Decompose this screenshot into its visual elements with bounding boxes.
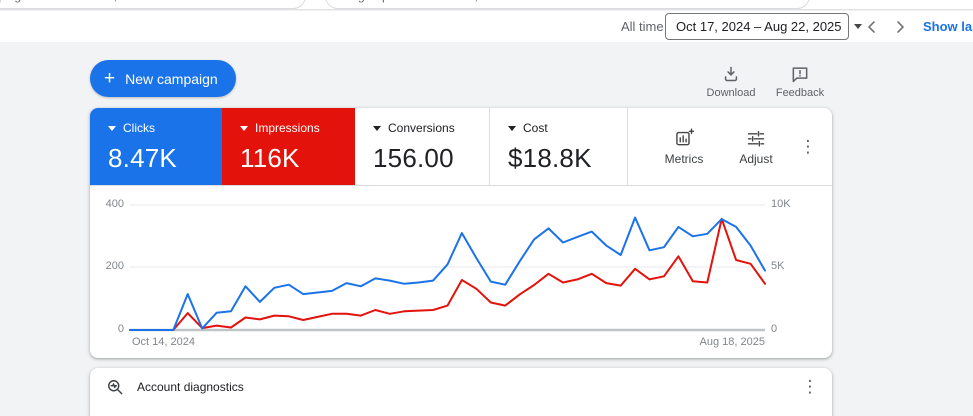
metrics-button[interactable]: Metrics <box>652 128 716 166</box>
download-button[interactable]: Download <box>699 64 763 99</box>
diagnostics-search-icon <box>108 380 123 395</box>
download-icon <box>724 66 738 82</box>
right-axis-tick: 5K <box>771 260 785 272</box>
x-axis-start-label: Oct 14, 2024 <box>132 336 195 348</box>
scorecard-value: 116K <box>240 143 300 173</box>
left-axis-tick: 200 <box>105 260 124 272</box>
feedback-label: Feedback <box>775 87 825 99</box>
download-label: Download <box>706 87 756 99</box>
scorecard-label: Impressions <box>255 121 320 135</box>
performance-chart[interactable]: 400 200 0 10K 5K 0 Oct 14, 2024 Aug 18, … <box>90 186 832 358</box>
scorecard-cost[interactable]: Cost $18.8K <box>490 108 628 185</box>
scorecard-value: 8.47K <box>108 143 177 173</box>
scorecard-label: Clicks <box>123 121 155 135</box>
plus-icon: + <box>104 68 116 89</box>
filter-chip-label: Campaign status: Enabled, Paused <box>0 0 161 3</box>
date-range-selector[interactable]: Oct 17, 2024 – Aug 22, 2025 <box>665 13 862 40</box>
clicks-line <box>129 216 766 331</box>
left-axis-tick: 0 <box>117 323 124 335</box>
adjust-button[interactable]: Adjust <box>724 128 788 166</box>
chevron-right-icon <box>897 21 904 33</box>
filter-chip-campaign-status[interactable]: Campaign status: Enabled, Paused <box>0 0 306 9</box>
chevron-down-icon <box>373 125 381 131</box>
date-toolbar: All time Oct 17, 2024 – Aug 22, 2025 Sho… <box>0 11 973 42</box>
right-axis-tick: 0 <box>771 323 778 335</box>
adjust-sliders-icon <box>747 130 765 147</box>
x-axis-end-label: Aug 18, 2025 <box>699 336 765 348</box>
scorecard-value: 156.00 <box>373 143 454 173</box>
adjust-label: Adjust <box>739 151 773 166</box>
scorecard-value: $18.8K <box>508 143 592 173</box>
performance-card: Clicks 8.47K Impressions 116K Conversion… <box>90 108 832 358</box>
scorecard-label: Conversions <box>388 121 455 135</box>
diagnostics-more-options-icon[interactable]: ⋮ <box>798 375 822 399</box>
chevron-down-icon <box>108 125 116 131</box>
next-period-button[interactable] <box>888 15 912 39</box>
scorecard-label: Cost <box>523 121 548 135</box>
date-range-value: Oct 17, 2024 – Aug 22, 2025 <box>676 19 842 34</box>
left-axis-tick: 400 <box>105 198 124 210</box>
chevron-left-icon <box>868 21 875 33</box>
chart-tools: Metrics Adjust ⋮ <box>628 108 832 185</box>
account-diagnostics-card[interactable]: Account diagnostics ⋮ <box>90 368 832 416</box>
filter-chips-row: Campaign status: Enabled, Paused Ad grou… <box>0 0 973 10</box>
new-campaign-label: New campaign <box>125 70 218 87</box>
filter-chip-adgroup-status[interactable]: Ad group status: Enabled, Paused <box>325 0 810 9</box>
diagnostics-title: Account diagnostics <box>137 380 244 394</box>
scorecard-impressions[interactable]: Impressions 116K <box>222 108 355 185</box>
scorecard-clicks[interactable]: Clicks 8.47K <box>90 108 222 185</box>
previous-period-button[interactable] <box>860 15 884 39</box>
chevron-down-icon <box>508 125 516 131</box>
metrics-icon <box>676 128 694 145</box>
metrics-label: Metrics <box>664 151 704 166</box>
impressions-line <box>129 217 766 331</box>
right-axis-tick: 10K <box>771 198 791 210</box>
scorecard-tabs: Clicks 8.47K Impressions 116K Conversion… <box>90 108 832 186</box>
show-last-link[interactable]: Show last <box>923 19 973 34</box>
date-preset-label: All time <box>621 19 664 34</box>
filter-chip-label: Ad group status: Enabled, Paused <box>340 0 522 3</box>
new-campaign-button[interactable]: + New campaign <box>90 60 236 97</box>
chevron-down-icon <box>240 125 248 131</box>
card-more-options-icon[interactable]: ⋮ <box>796 135 820 159</box>
chart-canvas <box>129 204 766 332</box>
feedback-button[interactable]: Feedback <box>768 64 832 99</box>
feedback-icon <box>792 67 808 83</box>
scorecard-conversions[interactable]: Conversions 156.00 <box>355 108 490 185</box>
google-ads-overview-page: Campaign status: Enabled, Paused Ad grou… <box>0 0 973 416</box>
